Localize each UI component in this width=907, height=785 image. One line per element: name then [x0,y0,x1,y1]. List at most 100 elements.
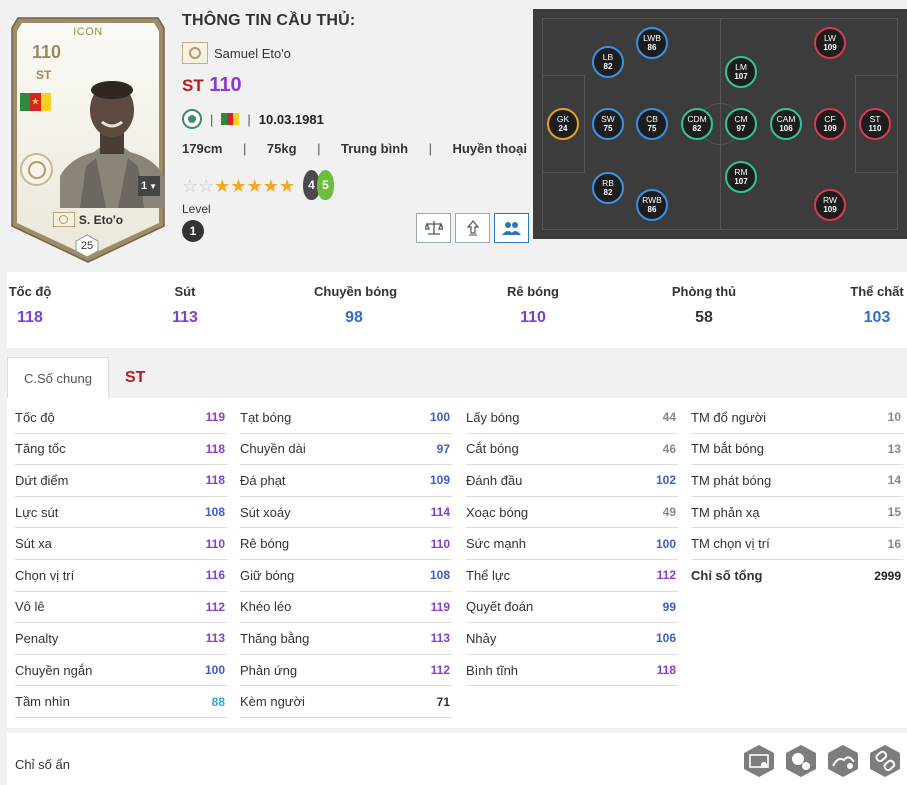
position-code: ST [869,114,881,124]
stat-row: Dứt điểm 118 [15,465,227,497]
stat-row: Nhảy 106 [466,623,678,655]
stat-value: 110 [430,536,450,551]
pitch-position-lw[interactable]: LW 109 [814,27,846,59]
pitch-position-cb[interactable]: CB 75 [636,108,668,140]
position-ovr: 86 [647,43,657,52]
position-code: LW [823,33,837,43]
pitch-position-rb[interactable]: RB 82 [592,172,624,204]
birthdate: 10.03.1981 [258,111,324,127]
card-number: 25 [74,234,100,258]
level-badge: 1 [182,220,204,242]
position-code: CDM [687,114,707,124]
position-code: RB [602,178,614,188]
stat-label: Khéo léo [240,599,292,615]
separator: | [428,141,433,156]
trait-speed-dribbler[interactable] [825,743,861,779]
level-label: Level [182,202,211,216]
position-ovr: 97 [736,124,746,133]
height: 179cm [182,141,223,156]
stat-row: Sút xa 110 [15,528,227,560]
full-name: Samuel Eto'o [214,45,291,61]
card-number-value: 25 [80,240,94,252]
stat-label: Tăng tốc [15,441,66,457]
stat-label: Chỉ số tổng [691,568,763,584]
stat-label: Thăng bằng [240,630,310,646]
stat-label: Tốc độ [15,409,55,425]
stat-label: TM phát bóng [691,472,772,488]
trait-chain[interactable] [867,743,903,779]
pitch-position-cam[interactable]: CAM 106 [770,108,802,140]
stat-value: 71 [436,694,450,709]
stat-value: 13 [887,441,901,456]
stat-label: Sút xa [15,536,52,552]
separator: | [247,111,251,127]
compare-button[interactable] [416,213,451,243]
nationality-row: | | 10.03.1981 [182,109,324,129]
icon-club-badge-icon [20,153,53,186]
position-ovr: 75 [647,124,657,133]
stat-value: 88 [211,694,225,709]
pitch-position-lm[interactable]: LM 107 [725,56,757,88]
action-buttons [416,213,529,243]
stat-label: Chọn vị trí [15,567,75,583]
stat-value: 16 [887,536,901,551]
upgrade-button[interactable] [455,213,490,243]
trait-flair[interactable] [783,743,819,779]
pitch-position-lwb[interactable]: LWB 86 [636,27,668,59]
position-ovr: 75 [603,124,613,133]
player-info: THÔNG TIN CẦU THỦ: Samuel Eto'o ST 110 |… [182,12,529,243]
summary-stat-label: Phòng thủ [671,284,737,299]
stat-row: Sức mạnh 100 [466,528,678,560]
stat-row: Lực sút 108 [15,497,227,529]
stat-value: 100 [655,536,676,551]
summary-stat: Phòng thủ 58 [664,284,744,327]
team-chemistry-icon [501,222,521,235]
stat-row: Tầm nhìn 88 [15,686,227,718]
pitch-position-cm[interactable]: CM 97 [725,108,757,140]
pitch-position-cf[interactable]: CF 109 [814,108,846,140]
stat-value: 118 [205,473,225,488]
pitch-position-st[interactable]: ST 110 [859,108,891,140]
hidden-traits-label: Chỉ số ẩn [15,757,70,772]
pitch-position-cdm[interactable]: CDM 82 [681,108,713,140]
position-code: RW [822,195,837,205]
summary-stat-label: Thể chất [850,284,904,299]
position-ovr: 109 [823,43,837,52]
stats-column: Tốc độ 119 Tăng tốc 118 Dứt điểm 118 Lực sút 10… [15,402,227,718]
team-chemistry-button[interactable] [494,213,529,243]
stat-label: Penalty [15,630,59,646]
hidden-traits: Chỉ số ẩn [7,733,907,785]
summary-stat-label: Chuyền bóng [314,284,398,299]
stat-value: 112 [430,663,450,678]
stat-value: 49 [662,505,676,520]
stats-column: Lấy bóng 44 Cắt bóng 46 Đánh đầu 102 Xoạc bóng… [466,402,678,687]
separator: | [210,111,214,127]
tab-general-stats[interactable]: C.Số chung [7,357,109,399]
tab-position-st[interactable]: ST [109,357,161,399]
pitch-position-lb[interactable]: LB 82 [592,46,624,78]
separator: | [317,141,321,156]
level-select[interactable]: 1 ▼ [138,176,160,196]
stat-label: Xoạc bóng [466,504,529,520]
stat-row: Đá phạt 109 [240,465,452,497]
position-ovr: 86 [647,205,657,214]
stat-row: Bình tĩnh 118 [466,655,678,687]
pitch-position-rwb[interactable]: RWB 86 [636,189,668,221]
trait-finesse-shot[interactable] [741,743,777,779]
position-code: GK [556,114,570,124]
stat-label: Tầm nhìn [15,694,70,710]
pitch-position-sw[interactable]: SW 75 [592,108,624,140]
pitch-position-rw[interactable]: RW 109 [814,189,846,221]
stat-value: 118 [656,663,676,678]
stat-label: Bình tĩnh [466,662,519,678]
position-code: RM [734,167,748,177]
main-position: ST [182,76,204,95]
stat-row: Chuyền dài 97 [240,434,452,466]
stat-label: Đá phạt [240,472,286,488]
stat-value: 97 [436,441,450,456]
stat-label: Chuyền dài [240,441,306,457]
stat-label: Sức mạnh [466,536,527,552]
chevron-down-icon: ▼ [149,181,158,191]
pitch-position-rm[interactable]: RM 107 [725,161,757,193]
pitch-position-gk[interactable]: GK 24 [547,108,579,140]
